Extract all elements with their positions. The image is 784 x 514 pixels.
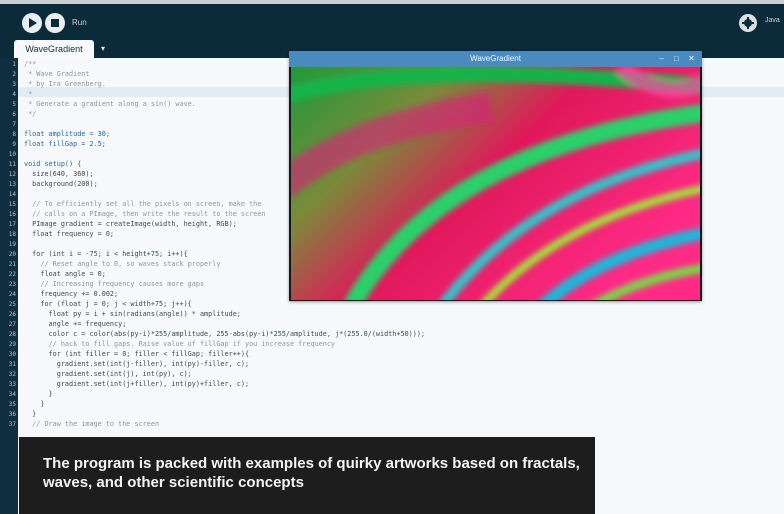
code-line: angle += frequency;	[24, 320, 127, 328]
line-number: 20	[8, 251, 16, 258]
code-line: size(640, 360);	[24, 170, 94, 178]
code-line: * Generate a gradient along a sin() wave…	[24, 100, 196, 108]
code-line: *	[24, 90, 33, 98]
line-number: 15	[8, 201, 16, 208]
line-number: 33	[8, 381, 16, 388]
code-line: // To efficiently set all the pixels on …	[24, 200, 262, 208]
code-line: for (int filler = 0; filler < fillGap; f…	[24, 350, 250, 358]
code-line: gradient.set(int(j+filler), int(py)+fill…	[24, 380, 250, 388]
code-line: * Wave Gradient	[24, 70, 90, 78]
code-line: }	[24, 390, 53, 398]
sketch-window-titlebar[interactable]: WaveGradient – □ ✕	[289, 51, 702, 67]
tab-menu-arrow[interactable]: ▾	[97, 42, 109, 56]
sketch-window[interactable]: WaveGradient – □ ✕	[289, 51, 702, 301]
line-number: 2	[12, 71, 16, 78]
code-line: PImage gradient = createImage(width, hei…	[24, 220, 237, 228]
maximize-button[interactable]: □	[671, 53, 682, 65]
line-number: 4	[12, 91, 16, 98]
minimize-button[interactable]: –	[656, 53, 667, 65]
run-button[interactable]	[22, 13, 42, 33]
line-number: 32	[8, 371, 16, 378]
close-button[interactable]: ✕	[686, 53, 697, 65]
line-number: 11	[8, 161, 16, 168]
line-number: 18	[8, 231, 16, 238]
code-line: color c = color(abs(py-i)*255/amplitude,…	[24, 330, 426, 338]
line-number: 36	[8, 411, 16, 418]
tab-wavegradient[interactable]: WaveGradient	[14, 40, 94, 58]
code-line: background(200);	[24, 180, 98, 188]
code-line: float angle = 0;	[24, 270, 106, 278]
code-line: float amplitude = 30;	[24, 130, 110, 138]
line-number: 21	[8, 261, 16, 268]
line-number: 23	[8, 281, 16, 288]
code-line: for (int i = -75; i < height+75; i++){	[24, 250, 188, 258]
mode-selector[interactable]: Java	[765, 17, 784, 24]
line-number: 19	[8, 241, 16, 248]
line-number: 16	[8, 211, 16, 218]
line-number: 25	[8, 301, 16, 308]
code-line: float fillGap = 2.5;	[24, 140, 106, 148]
code-line: // Draw the image to the screen	[24, 420, 160, 428]
code-line: }	[24, 410, 37, 418]
line-number: 5	[12, 101, 16, 108]
wave-gradient-canvas	[291, 67, 700, 300]
line-number: 12	[8, 171, 16, 178]
sketch-window-title: WaveGradient	[470, 54, 521, 63]
line-number: 13	[8, 181, 16, 188]
line-number: 3	[12, 81, 16, 88]
line-number: 22	[8, 271, 16, 278]
caption-box: The program is packed with examples of q…	[19, 437, 595, 514]
line-number: 10	[8, 151, 16, 158]
code-line: gradient.set(int(j-filler), int(py)-fill…	[24, 360, 250, 368]
code-line: */	[24, 110, 37, 118]
code-line: /**	[24, 60, 37, 68]
line-number: 9	[12, 141, 16, 148]
line-number: 29	[8, 341, 16, 348]
play-icon	[29, 18, 37, 28]
code-line: float frequency = 0;	[24, 230, 115, 238]
code-line: for (float j = 0; j < width+75; j++){	[24, 300, 192, 308]
line-number: 7	[12, 121, 16, 128]
line-number: 27	[8, 321, 16, 328]
toolbar: Run Java	[0, 4, 784, 40]
code-line: // Increasing frequency causes more gaps	[24, 280, 205, 288]
code-line: * by Ira Greenberg.	[24, 80, 106, 88]
line-number: 6	[12, 111, 16, 118]
code-line: }	[24, 400, 45, 408]
line-number: 8	[12, 131, 16, 138]
line-number: 17	[8, 221, 16, 228]
line-number: 37	[8, 421, 16, 428]
line-number: 24	[8, 291, 16, 298]
debugger-icon	[742, 17, 754, 29]
line-number: 26	[8, 311, 16, 318]
code-line: gradient.set(int(j), int(py), c);	[24, 370, 192, 378]
code-line: // calls on a PImage, then write the res…	[24, 210, 266, 218]
code-line: // hack to fill gaps. Raise value of fil…	[24, 340, 335, 348]
stop-button[interactable]	[45, 13, 65, 33]
code-line: float py = i + sin(radians(angle)) * amp…	[24, 310, 241, 318]
caption-text: The program is packed with examples of q…	[43, 455, 580, 491]
code-line: void setup() {	[24, 160, 82, 168]
line-number-gutter: 1 2 3 4 5 6 7 8 9 10 11 12 13 14 15 16 17 18 19 20 21 22 23 24 2…	[0, 58, 18, 514]
line-number: 1	[12, 61, 16, 68]
code-line: // Reset angle to 0, so waves stack prop…	[24, 260, 221, 268]
line-number: 35	[8, 401, 16, 408]
run-label: Run	[72, 18, 87, 27]
line-number: 28	[8, 331, 16, 338]
line-number: 34	[8, 391, 16, 398]
line-number: 30	[8, 351, 16, 358]
stop-icon	[51, 19, 59, 27]
line-number: 31	[8, 361, 16, 368]
debug-button[interactable]	[739, 14, 757, 32]
code-line: frequency += 0.002;	[24, 290, 119, 298]
line-number: 14	[8, 191, 16, 198]
